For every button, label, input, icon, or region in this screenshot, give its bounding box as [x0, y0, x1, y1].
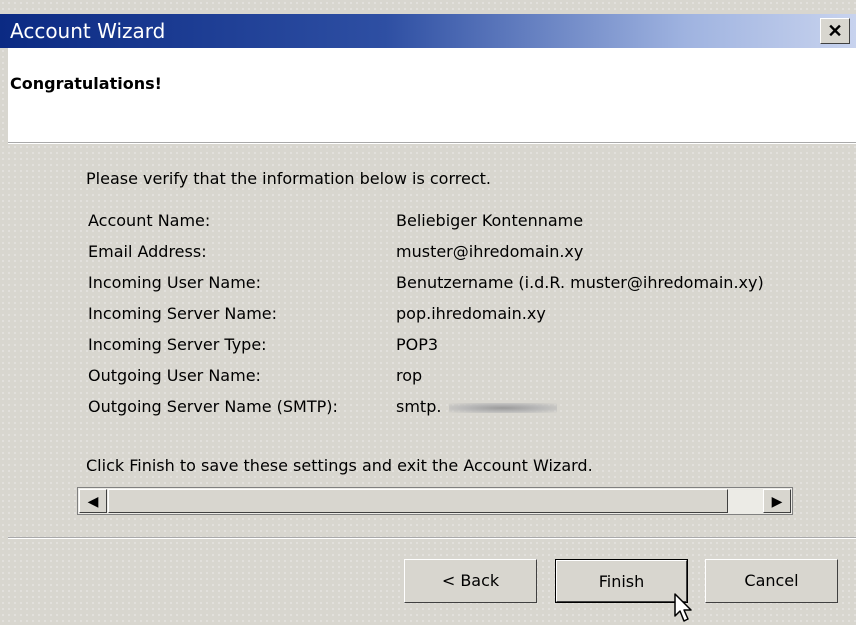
summary-value: rop	[396, 366, 423, 385]
finish-button[interactable]: Finish	[555, 559, 688, 603]
summary-row-outgoing-user-name: Outgoing User Name: rop	[88, 366, 856, 390]
summary-label: Incoming Server Type:	[88, 335, 267, 354]
account-wizard-window: Account Wizard ✕ Congratulations! Please…	[0, 0, 856, 625]
summary-value: pop.ihredomain.xy	[396, 304, 546, 323]
wizard-header: Congratulations!	[8, 48, 856, 143]
summary-label: Outgoing User Name:	[88, 366, 261, 385]
summary-label: Email Address:	[88, 242, 207, 261]
summary-label: Incoming User Name:	[88, 273, 262, 292]
horizontal-scrollbar[interactable]: ◀ ▶	[77, 487, 793, 515]
intro-text: Please verify that the information below…	[86, 169, 491, 188]
summary-value: smtp.	[396, 397, 442, 416]
arrow-left-icon: ◀	[87, 493, 99, 509]
page-title: Congratulations!	[10, 74, 162, 93]
summary-row-incoming-server-name: Incoming Server Name: pop.ihredomain.xy	[88, 304, 856, 328]
scroll-right-button[interactable]: ▶	[763, 489, 791, 513]
cancel-button[interactable]: Cancel	[705, 559, 838, 603]
scroll-left-button[interactable]: ◀	[79, 489, 107, 513]
summary-value: Beliebiger Kontenname	[396, 211, 584, 230]
summary-label: Account Name:	[88, 211, 211, 230]
finish-instruction-text: Click Finish to save these settings and …	[86, 456, 593, 475]
summary-label: Outgoing Server Name (SMTP):	[88, 397, 338, 416]
summary-label: Incoming Server Name:	[88, 304, 278, 323]
close-icon: ✕	[827, 21, 843, 41]
redacted-text	[449, 403, 557, 413]
summary-row-outgoing-server-name: Outgoing Server Name (SMTP): smtp.	[88, 397, 856, 421]
summary-row-incoming-server-type: Incoming Server Type: POP3	[88, 335, 856, 359]
summary-value: Benutzername (i.d.R. muster@ihredomain.x…	[396, 273, 764, 292]
window-title: Account Wizard	[10, 19, 166, 43]
summary-value: muster@ihredomain.xy	[396, 242, 584, 261]
summary-row-account-name: Account Name: Beliebiger Kontenname	[88, 211, 856, 235]
mouse-pointer-icon	[674, 593, 692, 622]
close-button[interactable]: ✕	[820, 18, 850, 44]
scrollbar-thumb[interactable]	[108, 489, 728, 513]
arrow-right-icon: ▶	[771, 493, 783, 509]
header-divider	[8, 143, 856, 144]
back-button[interactable]: < Back	[404, 559, 537, 603]
summary-value: POP3	[396, 335, 439, 354]
footer-divider-highlight	[8, 538, 856, 539]
summary-row-email-address: Email Address: muster@ihredomain.xy	[88, 242, 856, 266]
title-bar[interactable]: Account Wizard ✕	[0, 14, 856, 48]
summary-row-incoming-user-name: Incoming User Name: Benutzername (i.d.R.…	[88, 273, 856, 297]
